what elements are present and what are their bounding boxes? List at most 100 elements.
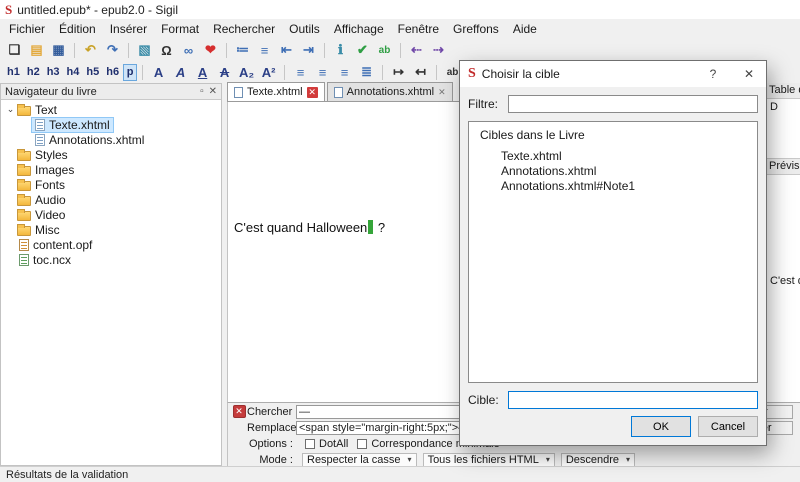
target-items: Texte.xhtmlAnnotations.xhtmlAnnotations.… [471,148,755,193]
tree-item[interactable]: Fonts [1,177,221,192]
tree-item[interactable]: Video [1,207,221,222]
heading-2-button[interactable]: h2 [24,64,43,81]
tree-item-label: Text [35,103,57,117]
target-input[interactable] [508,391,758,409]
dialog-close-icon[interactable]: ✕ [734,61,764,87]
direction-dropdown[interactable]: Descendre ▾ [561,453,635,467]
case-mode-value: Respecter la casse [307,454,401,466]
donate-heart-icon[interactable]: ❤ [200,41,221,60]
case-mode-dropdown[interactable]: Respecter la casse ▾ [302,453,417,467]
open-folder-icon[interactable]: ▤ [26,41,47,60]
menu-item[interactable]: Fichier [2,20,52,38]
files-scope-dropdown[interactable]: Tous les fichiers HTML ▾ [423,453,555,467]
status-bar: Résultats de la validation [0,466,800,482]
tab-close-icon[interactable]: ✕ [438,88,446,97]
titlebar: S untitled.epub* - epub2.0 - Sigil [0,0,800,19]
metadata-editor-icon[interactable]: ℹ [330,41,351,60]
menu-item[interactable]: Insérer [103,20,154,38]
tree-item[interactable]: Audio [1,192,221,207]
dotall-checkbox[interactable] [305,439,315,449]
heading-1-button[interactable]: h1 [4,64,23,81]
insert-image-icon[interactable]: ▧ [134,41,155,60]
target-list-item[interactable]: Texte.xhtml [471,148,755,163]
file-type-icon [19,254,29,266]
chevron-down-icon: ▾ [626,455,630,464]
tree-item-label: Audio [35,193,66,207]
tree-item[interactable]: Misc [1,222,221,237]
heading-6-button[interactable]: h6 [103,64,122,81]
numbered-list-icon[interactable]: ≡ [254,41,275,60]
strikethrough-icon[interactable]: A [214,63,235,82]
tree-item[interactable]: Annotations.xhtml [1,132,221,147]
align-center-icon[interactable]: ≡ [312,63,333,82]
indent-increase-icon[interactable]: ⇥ [298,41,319,60]
minimal-match-checkbox[interactable] [357,439,367,449]
filter-row: Filtre: [468,95,758,113]
bulleted-list-icon[interactable]: ≔ [232,41,253,60]
superscript-icon[interactable]: A² [258,63,279,82]
insert-link-icon[interactable]: ∞ [178,41,199,60]
close-find-replace-icon[interactable]: ✕ [233,405,246,418]
align-left-icon[interactable]: ≡ [290,63,311,82]
align-justify-icon[interactable]: ≣ [356,63,377,82]
file-type-icon [35,119,45,131]
editor-tab[interactable]: Texte.xhtml ✕ [227,82,325,101]
tree-item[interactable]: ⌄ Text [1,102,221,117]
tree-item[interactable]: content.opf [1,237,221,252]
sigil-logo-icon: S [468,66,476,82]
tab-label: Texte.xhtml [247,86,303,98]
check-epub-icon[interactable]: ✔ [352,41,373,60]
special-character-icon[interactable]: Ω [156,41,177,60]
toc-item[interactable]: D [770,101,778,113]
italic-icon[interactable]: A [170,63,191,82]
target-label: Cible: [468,393,502,407]
bold-icon[interactable]: A [148,63,169,82]
file-type-icon [17,181,31,191]
validation-results-label[interactable]: Résultats de la validation [6,469,128,481]
redo-icon[interactable]: ↷ [102,41,123,60]
menu-item[interactable]: Format [154,20,206,38]
menu-item[interactable]: Fenêtre [391,20,446,38]
underline-icon[interactable]: A [192,63,213,82]
tree-item[interactable]: Texte.xhtml [1,117,221,132]
text-direction-ltr-icon[interactable]: ↦ [388,63,409,82]
target-list-item[interactable]: Annotations.xhtml [471,163,755,178]
heading-3-button[interactable]: h3 [44,64,63,81]
tree-item[interactable]: toc.ncx [1,252,221,267]
text-direction-rtl-icon[interactable]: ↤ [410,63,431,82]
book-browser-panel: Navigateur du livre ▫ ✕ ⌄ Text [0,83,222,466]
menu-item[interactable]: Édition [52,20,103,38]
heading-5-button[interactable]: h5 [83,64,102,81]
heading-4-button[interactable]: h4 [64,64,83,81]
previous-link-icon[interactable]: ⇠ [406,41,427,60]
spellcheck-icon[interactable]: ab [374,41,395,60]
editor-tab[interactable]: Annotations.xhtml ✕ [327,82,453,101]
new-file-icon[interactable]: ❏ [4,41,25,60]
float-panel-icon[interactable]: ▫ [200,86,204,97]
tree-item-label: Video [35,208,65,222]
next-link-icon[interactable]: ⇢ [428,41,449,60]
menu-item[interactable]: Outils [282,20,327,38]
tab-close-icon[interactable]: ✕ [307,87,318,98]
indent-decrease-icon[interactable]: ⇤ [276,41,297,60]
menu-item[interactable]: Rechercher [206,20,282,38]
target-group-label[interactable]: Cibles dans le Livre [471,126,755,148]
tree-item[interactable]: Images [1,162,221,177]
paragraph-button[interactable]: p [123,64,137,81]
dialog-help-button[interactable]: ? [698,61,728,87]
filter-input[interactable] [508,95,758,113]
menu-item[interactable]: Affichage [327,20,391,38]
tree-item[interactable]: Styles [1,147,221,162]
save-icon[interactable]: ▦ [48,41,69,60]
undo-icon[interactable]: ↶ [80,41,101,60]
target-list-item[interactable]: Annotations.xhtml#Note1 [471,178,755,193]
menu-item[interactable]: Greffons [446,20,506,38]
menu-item[interactable]: Aide [506,20,544,38]
align-right-icon[interactable]: ≡ [334,63,355,82]
dialog-title: Choisir la cible [482,67,692,81]
subscript-icon[interactable]: A₂ [236,63,257,82]
close-panel-icon[interactable]: ✕ [209,86,217,97]
ok-button[interactable]: OK [631,416,691,437]
toc-content[interactable]: D [766,99,800,159]
cancel-button[interactable]: Cancel [698,416,758,437]
